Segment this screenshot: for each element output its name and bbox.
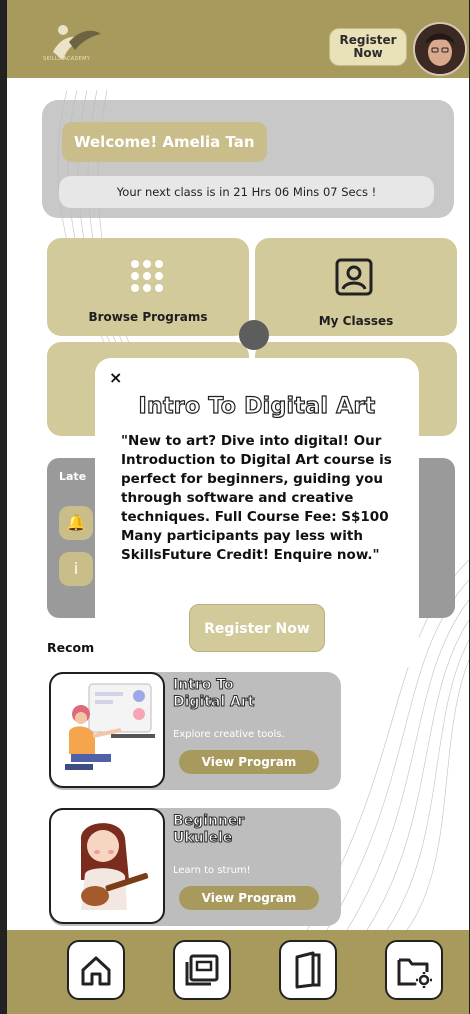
recommended-label: Recom	[47, 640, 95, 655]
program-subtitle: Learn to strum!	[173, 865, 251, 876]
logo-text: SKILLS ACADEMY	[43, 56, 91, 62]
grid-icon	[131, 260, 163, 292]
modal-register-button[interactable]: Register Now	[189, 604, 325, 652]
settings-folder-icon	[397, 958, 432, 988]
view-program-button[interactable]: View Program	[179, 886, 319, 910]
courses-icon	[185, 954, 219, 986]
logo-icon	[53, 25, 101, 60]
book-icon	[295, 951, 321, 989]
next-class-countdown: Your next class is in 21 Hrs 06 Mins 07 …	[59, 176, 434, 208]
browse-programs-tile[interactable]: Browse Programs	[47, 238, 249, 336]
latest-label: Late	[59, 470, 87, 483]
nav-books[interactable]	[279, 940, 337, 1000]
my-classes-tile[interactable]: My Classes	[255, 238, 457, 336]
nav-home[interactable]	[67, 940, 125, 1000]
digital-art-illustration	[49, 672, 165, 788]
program-subtitle: Explore creative tools.	[173, 729, 285, 740]
browse-programs-label: Browse Programs	[88, 310, 208, 324]
app-screen: SKILLS ACADEMY Register Now Welcome! Ame…	[0, 0, 469, 1014]
nav-courses[interactable]	[173, 940, 231, 1000]
info-icon[interactable]: i	[59, 552, 93, 586]
ukulele-illustration	[49, 808, 165, 924]
artist-illustration-icon	[65, 683, 155, 770]
user-card-icon	[335, 258, 373, 296]
center-dot	[239, 320, 269, 350]
close-icon[interactable]: ×	[109, 368, 122, 387]
program-title: Beginner Ukulele	[172, 813, 245, 847]
view-program-button[interactable]: View Program	[179, 750, 319, 774]
user-photo-icon	[415, 24, 465, 74]
nav-settings[interactable]	[385, 940, 443, 1000]
register-now-button[interactable]: Register Now	[329, 28, 407, 66]
modal-description: "New to art? Dive into digital! Our Intr…	[121, 433, 392, 563]
bell-icon[interactable]: 🔔	[59, 506, 93, 540]
avatar[interactable]	[413, 22, 467, 76]
my-classes-label: My Classes	[318, 314, 394, 328]
welcome-title: Welcome! Amelia Tan	[62, 122, 267, 162]
modal-title: Intro To Digital Art	[138, 393, 376, 419]
ukulele-girl-illustration-icon	[80, 823, 149, 910]
home-icon	[81, 956, 111, 986]
program-title: Intro To Digital Art	[172, 677, 255, 711]
